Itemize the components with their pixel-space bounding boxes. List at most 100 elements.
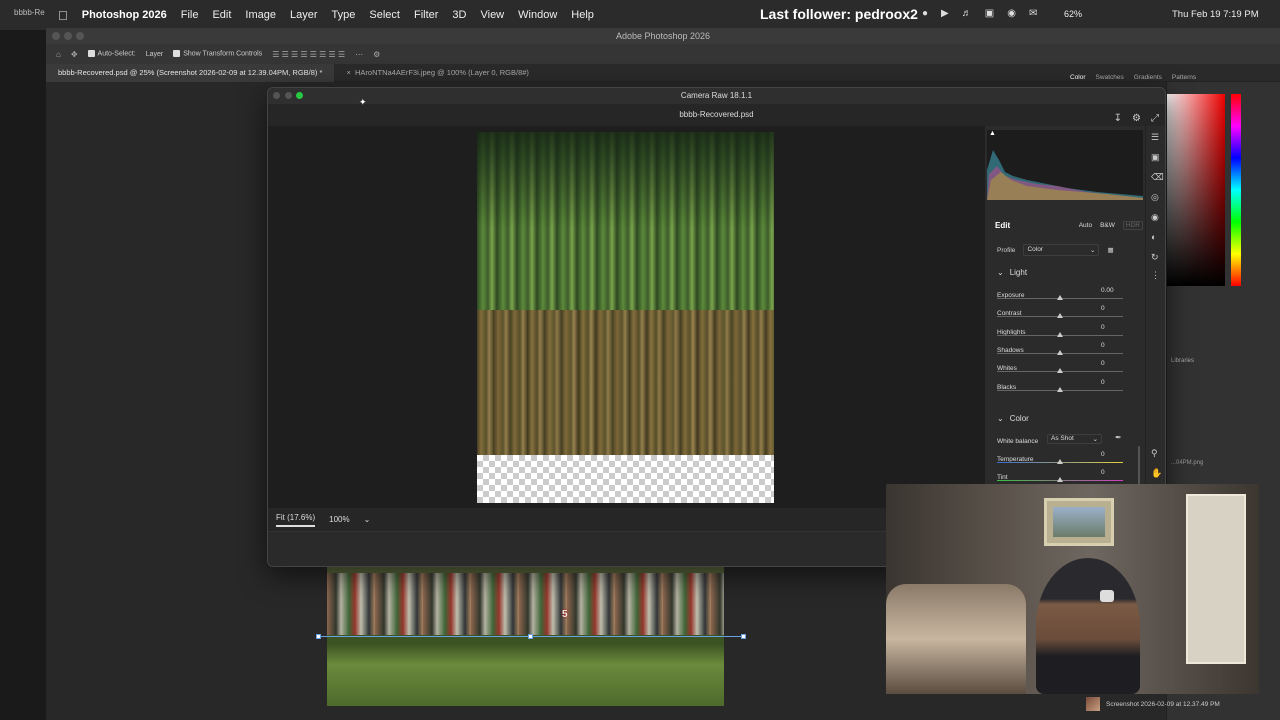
zoom-dropdown-icon[interactable]: ⌄ — [364, 515, 371, 524]
more-icon[interactable]: ⋯ — [355, 50, 363, 59]
clipping-warning-icon[interactable]: ▲ — [989, 130, 996, 137]
whites-value[interactable]: 0 — [1101, 360, 1127, 367]
color-section-header[interactable]: ⌄ Color — [997, 414, 1029, 423]
background-window-tab[interactable]: bbbb-Re — [0, 8, 46, 17]
webcam-person — [1036, 558, 1140, 694]
library-file[interactable]: ...04PM.png — [1171, 460, 1203, 466]
options-bar: ⌂ ✥ Auto-Select: Layer Show Transform Co… — [46, 44, 1280, 64]
contrast-value[interactable]: 0 — [1101, 305, 1127, 312]
jersey-number: 5 — [562, 609, 568, 620]
temperature-slider-row: Temperature 0 — [997, 451, 1127, 464]
menu-app-name[interactable]: Photoshop 2026 — [82, 9, 167, 21]
minimize-dialog-button[interactable] — [285, 92, 292, 99]
webcam-door — [1186, 494, 1246, 664]
zoom-icon[interactable]: ⚲ — [1151, 448, 1158, 459]
tint-value[interactable]: 0 — [1101, 469, 1127, 476]
camera-raw-footer — [268, 532, 985, 566]
tab-gradients[interactable]: Gradients — [1134, 74, 1162, 81]
minimize-window-button[interactable] — [64, 32, 72, 40]
move-tool-icon[interactable]: ✥ — [71, 50, 78, 59]
menu-file[interactable]: File — [181, 9, 199, 21]
tab-color[interactable]: Color — [1070, 74, 1086, 81]
tab-patterns[interactable]: Patterns — [1172, 74, 1196, 81]
menu-window[interactable]: Window — [518, 9, 557, 21]
hand-icon[interactable]: ✋ — [1151, 468, 1162, 479]
menu-select[interactable]: Select — [369, 9, 400, 21]
zoom-window-button[interactable] — [76, 32, 84, 40]
shadows-value[interactable]: 0 — [1101, 342, 1127, 349]
play-icon[interactable]: ▶ — [941, 8, 949, 19]
menu-filter[interactable]: Filter — [414, 9, 438, 21]
zoom-100-button[interactable]: 100% — [329, 515, 349, 524]
profile-dropdown[interactable]: Color ⌄ — [1023, 244, 1100, 256]
doc-tab-active[interactable]: bbbb-Recovered.psd @ 25% (Screenshot 202… — [46, 63, 335, 82]
control-icon[interactable]: ◉ — [1007, 8, 1016, 19]
hdr-button[interactable]: HDR — [1122, 221, 1143, 230]
photo-stalks — [477, 309, 774, 455]
desktop-file[interactable]: Screenshot 2026-02-09 at 12.37.49 PM — [1086, 696, 1280, 712]
shadows-thumb[interactable] — [1057, 349, 1063, 355]
camera-raw-preview[interactable] — [268, 126, 985, 508]
record-icon[interactable]: ● — [922, 8, 928, 19]
show-transform-checkbox[interactable]: Show Transform Controls — [173, 50, 262, 58]
more-options-icon[interactable]: ⋮ — [1151, 270, 1160, 281]
temperature-value[interactable]: 0 — [1101, 451, 1127, 458]
menu-3d[interactable]: 3D — [452, 9, 466, 21]
temperature-thumb[interactable] — [1057, 459, 1063, 464]
auto-button[interactable]: Auto — [1079, 222, 1092, 229]
auto-select-checkbox[interactable]: Auto-Select: — [87, 50, 136, 58]
snapshot-icon[interactable]: ↻ — [1151, 252, 1159, 263]
gear-icon[interactable]: ⚙ — [373, 50, 380, 59]
menu-type[interactable]: Type — [332, 9, 356, 21]
presets-icon[interactable]: ◐ — [1151, 232, 1156, 242]
libraries-tab[interactable]: Libraries — [1171, 358, 1194, 364]
profile-browser-icon[interactable]: ▦ — [1107, 246, 1113, 254]
close-dialog-button[interactable] — [273, 92, 280, 99]
hue-slider[interactable] — [1231, 94, 1241, 286]
highlights-thumb[interactable] — [1057, 331, 1063, 337]
zoom-fit-button[interactable]: Fit (17.6%) — [276, 513, 316, 527]
menu-clock[interactable]: Thu Feb 19 7:19 PM — [1172, 9, 1259, 20]
doc-tab-jpeg[interactable]: × HAroNTNa4AErF3i.jpeg @ 100% (Layer 0, … — [334, 64, 541, 82]
redeye-icon[interactable]: ◉ — [1151, 212, 1159, 223]
ps-titlebar: Adobe Photoshop 2026 — [46, 28, 1280, 44]
edit-sliders-icon[interactable]: ☰ — [1151, 132, 1159, 143]
menu-edit[interactable]: Edit — [212, 9, 231, 21]
transform-handle-center[interactable] — [528, 634, 533, 639]
close-window-button[interactable] — [52, 32, 60, 40]
battery-percent[interactable]: 62% — [1064, 9, 1082, 19]
menu-layer[interactable]: Layer — [290, 9, 318, 21]
fullscreen-dialog-button[interactable] — [296, 92, 303, 99]
display-icon[interactable]: ▣ — [985, 8, 994, 19]
highlights-value[interactable]: 0 — [1101, 324, 1127, 331]
transform-handle-left[interactable] — [316, 634, 321, 639]
auto-select-target[interactable]: Layer — [146, 51, 164, 58]
exposure-value[interactable]: 0.00 — [1101, 287, 1127, 294]
camera-raw-titlebar[interactable]: Camera Raw 18.1.1 — [268, 88, 1165, 104]
eyedropper-icon[interactable]: ✒ — [1115, 433, 1122, 442]
whites-thumb[interactable] — [1057, 368, 1063, 374]
mask-icon[interactable]: ◎ — [1151, 192, 1159, 203]
menu-image[interactable]: Image — [245, 9, 276, 21]
mail-icon[interactable]: ✉ — [1029, 8, 1037, 19]
volume-icon[interactable]: ♬ — [962, 8, 972, 19]
tab-swatches[interactable]: Swatches — [1096, 74, 1124, 81]
file-thumbnail — [1086, 697, 1100, 711]
tint-thumb[interactable] — [1057, 477, 1063, 483]
eraser-icon[interactable]: ⌫ — [1151, 172, 1164, 183]
apple-icon[interactable]:  — [58, 8, 68, 23]
crop-icon[interactable]: ▣ — [1151, 152, 1160, 163]
light-section-header[interactable]: ⌄ Light — [997, 268, 1027, 277]
contrast-thumb[interactable] — [1057, 313, 1063, 319]
blacks-value[interactable]: 0 — [1101, 379, 1127, 386]
blacks-thumb[interactable] — [1057, 386, 1063, 392]
exposure-thumb[interactable] — [1057, 295, 1063, 300]
transform-handle-right[interactable] — [741, 634, 746, 639]
home-icon[interactable]: ⌂ — [56, 50, 61, 59]
color-picker-field[interactable] — [1167, 94, 1225, 286]
white-balance-dropdown[interactable]: As Shot ⌄ — [1047, 434, 1102, 444]
menu-help[interactable]: Help — [571, 9, 594, 21]
align-icons[interactable]: ☰ ☰ ☰ ☰ ☰ ☰ ☰ ☰ — [272, 50, 345, 59]
bw-button[interactable]: B&W — [1100, 222, 1115, 229]
menu-view[interactable]: View — [480, 9, 504, 21]
